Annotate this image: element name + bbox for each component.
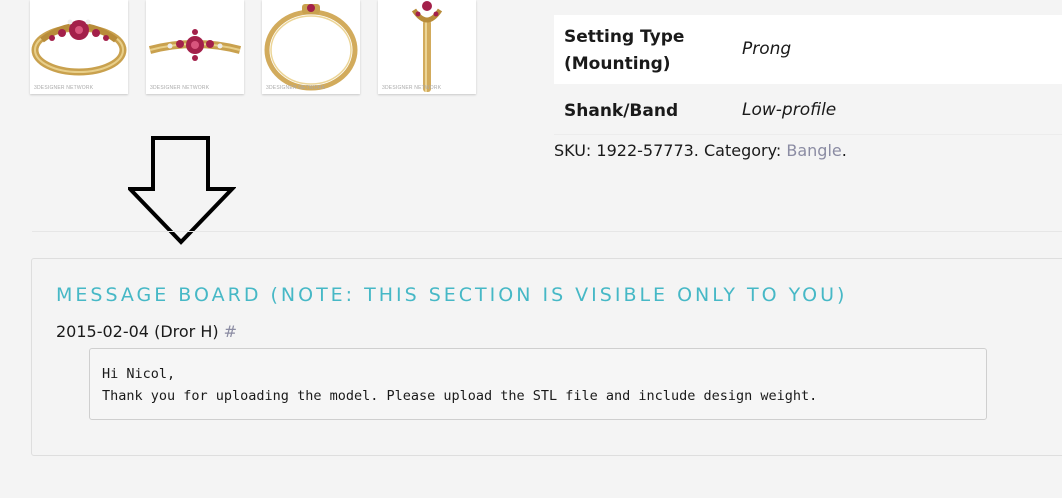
bangle-side-image (411, 1, 443, 92)
message-meta: 2015-02-04 (Dror H) # (56, 322, 237, 341)
bangle-top-image (148, 29, 242, 61)
thumbnail-front-view[interactable]: 3DESIGNER NETWORK (30, 0, 128, 94)
thumbnail-side-view[interactable]: 3DESIGNER NETWORK (378, 0, 476, 94)
message-date-author: 2015-02-04 (Dror H) (56, 322, 224, 341)
spec-value: Low-profile (742, 100, 837, 120)
spec-row-setting-type: Setting Type (Mounting) Prong (554, 15, 1062, 84)
sku-suffix: . (841, 141, 847, 160)
bangle-front-image (31, 19, 127, 76)
bangle-profile-image (264, 4, 358, 91)
thumbnail-profile-view[interactable]: 3DESIGNER NETWORK (262, 0, 360, 94)
product-page: 3DESIGNER NETWORK 3DESIGNER NETWORK 3DES… (0, 0, 1062, 498)
message-board-title: MESSAGE BOARD (NOTE: THIS SECTION IS VIS… (56, 284, 848, 306)
section-divider (32, 231, 1062, 232)
spec-label: Shank/Band (564, 101, 679, 121)
thumbnail-top-view[interactable]: 3DESIGNER NETWORK (146, 0, 244, 94)
down-arrow-icon (128, 136, 236, 245)
category-link[interactable]: Bangle (786, 141, 841, 160)
spec-value: Prong (742, 39, 792, 59)
sku-text: SKU: 1922-57773. Category: (554, 141, 787, 160)
thumbnail-watermark: 3DESIGNER NETWORK (382, 85, 442, 91)
spec-label: Setting Type (Mounting) (564, 27, 685, 74)
thumbnail-watermark: 3DESIGNER NETWORK (266, 85, 326, 91)
thumbnail-watermark: 3DESIGNER NETWORK (34, 85, 94, 91)
product-meta: SKU: 1922-57773. Category: Bangle. (554, 141, 847, 160)
message-body: Hi Nicol, Thank you for uploading the mo… (89, 348, 987, 420)
thumbnail-watermark: 3DESIGNER NETWORK (150, 85, 210, 91)
message-permalink[interactable]: # (224, 322, 237, 341)
spec-row-shank-band: Shank/Band Low-profile (554, 88, 1062, 135)
message-board: MESSAGE BOARD (NOTE: THIS SECTION IS VIS… (31, 258, 1062, 456)
